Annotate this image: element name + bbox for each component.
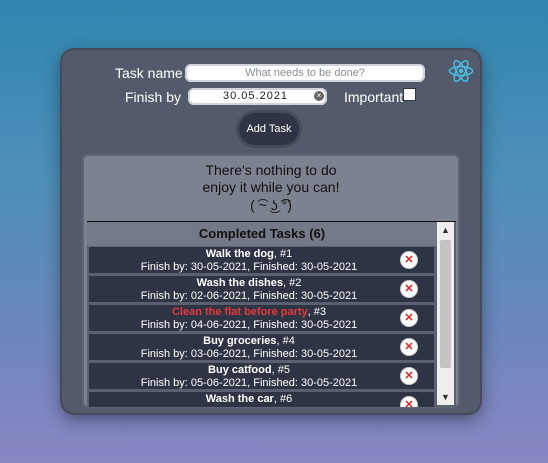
- tasks-panel: There's nothing to do enjoy it while you…: [82, 154, 460, 408]
- add-task-button[interactable]: Add Task: [239, 113, 299, 145]
- task-dates: Finish by: 05-06-2021, Finished: 30-05-2…: [140, 377, 358, 389]
- task-name-label: Task name: [115, 65, 183, 81]
- task-name-important: Clean the flat before party: [171, 306, 308, 318]
- task-dates: Finish by: 30-05-2021, Finished: 30-05-2…: [140, 261, 358, 273]
- finish-date-value: 30.05.2021: [223, 90, 289, 102]
- important-checkbox[interactable]: [403, 88, 416, 101]
- finish-by-label: Finish by: [125, 89, 182, 105]
- scroll-down-arrow-icon[interactable]: ▼: [437, 389, 454, 405]
- task-name: Walk the dog: [205, 248, 274, 260]
- finish-date-input[interactable]: 30.05.2021 ×: [188, 88, 327, 105]
- scroll-up-arrow-icon[interactable]: ▲: [437, 222, 454, 238]
- delete-x-icon[interactable]: ✕: [401, 368, 417, 384]
- list-item: Walk the dog, #1 Finish by: 30-05-2021, …: [89, 247, 434, 273]
- completed-tasks-header: Completed Tasks (6): [87, 222, 437, 246]
- task-number: , #3: [307, 306, 327, 318]
- list-item: Buy groceries, #4 Finish by: 03-06-2021,…: [89, 334, 434, 360]
- lenny-face: ( ͡~ ͜ʖ ͡°): [250, 197, 292, 213]
- task-number: , #1: [273, 248, 293, 260]
- delete-x-icon[interactable]: ✕: [401, 281, 417, 297]
- completed-tasks-list[interactable]: Completed Tasks (6) Walk the dog, #1 Fin…: [87, 221, 456, 407]
- task-dates: Finish by: 03-06-2021, Finished: 30-05-2…: [140, 348, 358, 360]
- delete-x-icon[interactable]: ✕: [401, 252, 417, 268]
- list-item: Wash the dishes, #2 Finish by: 02-06-202…: [89, 276, 434, 302]
- completed-rows: Walk the dog, #1 Finish by: 30-05-2021, …: [89, 247, 434, 407]
- list-item: Wash the car, #6 ✕: [89, 392, 434, 407]
- list-item: Clean the flat before party, #3 Finish b…: [89, 305, 434, 331]
- task-number: , #4: [276, 335, 295, 347]
- list-item: Buy catfood, #5 Finish by: 05-06-2021, F…: [89, 363, 434, 389]
- task-name-input[interactable]: [185, 64, 425, 82]
- delete-x-icon[interactable]: ✕: [401, 339, 417, 355]
- task-number: , #6: [273, 393, 293, 405]
- clear-date-icon[interactable]: ×: [314, 91, 324, 101]
- task-name: Wash the dishes: [196, 277, 284, 289]
- task-dates: Finish by: 04-06-2021, Finished: 30-05-2…: [140, 319, 358, 331]
- scrollbar-thumb[interactable]: [440, 240, 451, 368]
- task-dates: Finish by: 02-06-2021, Finished: 30-05-2…: [140, 290, 358, 302]
- task-name: Buy groceries: [203, 335, 277, 347]
- important-label: Important: [344, 89, 404, 105]
- task-number: , #5: [271, 364, 290, 376]
- task-name: Wash the car: [205, 393, 274, 405]
- react-logo-icon: [448, 60, 474, 82]
- delete-x-icon[interactable]: ✕: [401, 310, 417, 326]
- task-number: , #2: [283, 277, 302, 289]
- task-name: Buy catfood: [208, 364, 272, 376]
- list-scrollbar[interactable]: ▲ ▼: [437, 222, 454, 405]
- delete-x-icon[interactable]: ✕: [401, 397, 417, 407]
- todo-app-card: Task name Finish by 30.05.2021 × Importa…: [62, 50, 480, 413]
- empty-todo-message: There's nothing to do enjoy it while you…: [82, 162, 460, 214]
- empty-line-2: enjoy it while you can!: [202, 179, 340, 195]
- empty-line-1: There's nothing to do: [205, 162, 337, 178]
